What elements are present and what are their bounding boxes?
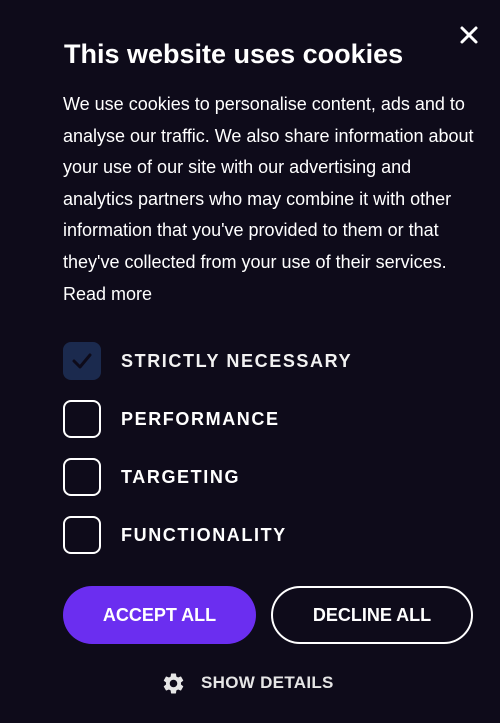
option-targeting[interactable]: TARGETING bbox=[63, 458, 240, 496]
strictly-necessary-checkbox bbox=[63, 342, 101, 380]
option-label: FUNCTIONALITY bbox=[121, 524, 287, 545]
decline-all-button[interactable]: DECLINE ALL bbox=[271, 586, 473, 644]
show-details-label: SHOW DETAILS bbox=[201, 673, 334, 692]
targeting-checkbox[interactable] bbox=[63, 458, 101, 496]
option-label: PERFORMANCE bbox=[121, 408, 280, 429]
functionality-checkbox[interactable] bbox=[63, 516, 101, 554]
cookie-consent-dialog: This website uses cookies We use cookies… bbox=[0, 0, 500, 723]
option-functionality[interactable]: FUNCTIONALITY bbox=[63, 516, 287, 554]
performance-checkbox[interactable] bbox=[63, 400, 101, 438]
read-more-link[interactable]: Read more bbox=[63, 284, 152, 304]
option-performance[interactable]: PERFORMANCE bbox=[63, 400, 280, 438]
close-icon[interactable] bbox=[456, 22, 482, 48]
checkmark-icon bbox=[72, 353, 92, 369]
dialog-title: This website uses cookies bbox=[64, 39, 404, 69]
show-details-button[interactable]: SHOW DETAILS bbox=[161, 670, 334, 696]
description-text: We use cookies to personalise content, a… bbox=[63, 94, 474, 272]
option-label: TARGETING bbox=[121, 466, 241, 487]
option-strictly-necessary: STRICTLY NECESSARY bbox=[63, 342, 352, 380]
gear-icon bbox=[163, 673, 184, 693]
accept-all-button[interactable]: ACCEPT ALL bbox=[63, 586, 256, 644]
dialog-description: We use cookies to personalise content, a… bbox=[63, 89, 483, 310]
option-label: STRICTLY NECESSARY bbox=[121, 350, 353, 371]
